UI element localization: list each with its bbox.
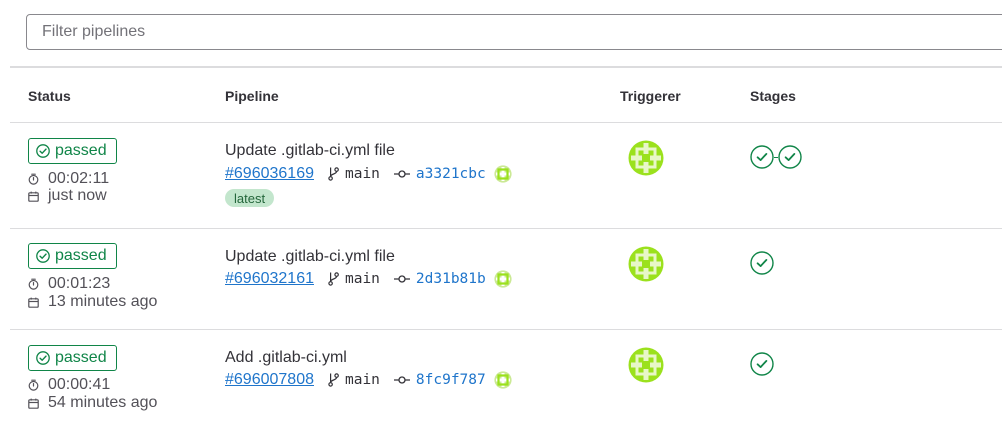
commit-author-avatar-icon[interactable] [494,371,512,389]
triggerer-avatar[interactable] [628,347,664,383]
calendar-icon [28,398,40,409]
timer-icon [28,278,40,290]
commit-icon [393,375,410,385]
status-success-icon [36,249,50,263]
commit-sha-link[interactable]: a3321cbc [416,166,486,182]
branch-icon [328,167,339,181]
finished-value: 54 minutes ago [48,394,158,411]
triggerer-avatar[interactable] [628,246,664,282]
commit-title-link[interactable]: Update .gitlab-ci.yml file [225,248,395,266]
pipeline-id-link[interactable]: #696007808 [225,371,314,389]
pipeline-refs: #696032161 main 2d31b81b [225,268,512,290]
pipeline-refs: #696036169 main a3321cbc [225,163,512,185]
header-stages: Stages [750,88,796,104]
calendar-icon [28,297,40,308]
pipeline-refs: #696007808 main 8fc9f787 [225,369,512,391]
header-status: Status [28,88,71,104]
timer-icon [28,379,40,391]
status-success-icon [36,351,50,365]
latest-badge: latest [225,189,275,207]
status-badge-passed[interactable]: passed [28,243,117,269]
stage-success-icon[interactable] [750,251,774,275]
header-triggerer: Triggerer [620,88,681,104]
pipeline-id-link[interactable]: #696032161 [225,270,314,288]
status-badge-passed[interactable]: passed [28,138,117,164]
status-success-icon [36,144,50,158]
status-badge-passed[interactable]: passed [28,345,117,371]
pipeline-row: passed 00:00:41 54 minutes ago Add .gitl… [0,330,1002,430]
pipeline-finished: just now [28,186,107,206]
pipeline-stages [750,352,774,376]
branch-icon [328,373,339,387]
branch-link[interactable]: main [345,372,380,388]
duration-value: 00:00:41 [48,376,111,393]
commit-sha-link[interactable]: 2d31b81b [416,271,486,287]
header-pipeline: Pipeline [225,88,279,104]
calendar-icon [28,191,40,202]
timer-icon [28,173,40,185]
pipeline-duration: 00:00:41 [28,375,110,395]
commit-title-link[interactable]: Update .gitlab-ci.yml file [225,142,395,160]
triggerer-avatar[interactable] [628,140,664,176]
status-label: passed [55,247,107,264]
commit-author-avatar-icon[interactable] [494,165,512,183]
commit-icon [393,274,410,284]
status-label: passed [55,142,107,159]
branch-link[interactable]: main [345,271,380,287]
filter-pipelines-input[interactable] [27,15,1002,49]
branch-link[interactable]: main [345,166,380,182]
branch-icon [328,272,339,286]
stage-success-icon[interactable] [750,145,774,169]
filter-pipelines-bar[interactable] [26,14,1002,50]
commit-sha-link[interactable]: 8fc9f787 [416,372,486,388]
pipeline-row: passed 00:01:23 13 minutes ago Update .g… [0,229,1002,329]
pipeline-id-link[interactable]: #696036169 [225,165,314,183]
pipeline-stages [750,251,774,275]
pipeline-stages [750,145,802,169]
status-label: passed [55,349,107,366]
pipeline-duration: 00:01:23 [28,274,110,294]
stage-success-icon[interactable] [750,352,774,376]
commit-icon [393,169,410,179]
stage-success-icon[interactable] [778,145,802,169]
pipeline-finished: 13 minutes ago [28,292,157,312]
table-header: Status Pipeline Triggerer Stages [0,68,1002,122]
pipeline-row: passed 00:02:11 just now Update .gitlab-… [0,123,1002,228]
commit-author-avatar-icon[interactable] [494,270,512,288]
pipeline-finished: 54 minutes ago [28,393,157,413]
finished-value: 13 minutes ago [48,293,158,310]
commit-title-link[interactable]: Add .gitlab-ci.yml [225,349,347,367]
duration-value: 00:01:23 [48,275,111,292]
finished-value: just now [48,187,107,204]
